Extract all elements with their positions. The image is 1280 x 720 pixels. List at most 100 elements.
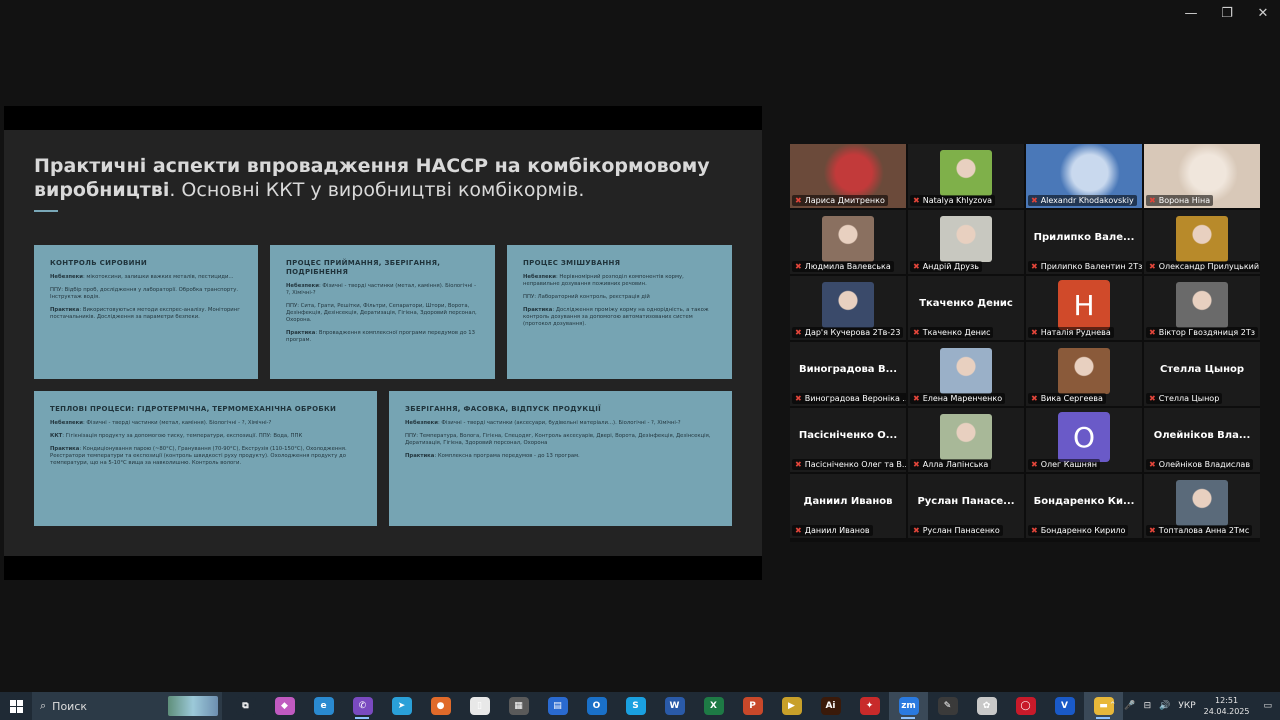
slide-box: ПРОЦЕС ПРИЙМАННЯ, ЗБЕРІГАННЯ, ПОДРІБНЕНН… bbox=[270, 245, 495, 379]
taskbar-outlook-button[interactable]: O bbox=[577, 692, 616, 720]
mic-muted-icon: ✖ bbox=[1031, 327, 1038, 337]
taskbar-media-player-button[interactable]: ▶ bbox=[772, 692, 811, 720]
restore-icon[interactable]: ❐ bbox=[1220, 6, 1234, 21]
slide-box-label: Практика bbox=[50, 307, 80, 313]
taskbar-powerpoint-button[interactable]: P bbox=[733, 692, 772, 720]
minimize-icon[interactable]: — bbox=[1184, 6, 1198, 21]
volume-icon[interactable]: 🔊 bbox=[1159, 701, 1170, 711]
participant-tile[interactable]: ✖ Алла Лапінська bbox=[908, 408, 1024, 472]
participant-tile[interactable]: ✖ Дар'я Кучерова 2Тв-23 bbox=[790, 276, 906, 340]
mic-muted-icon: ✖ bbox=[795, 195, 802, 205]
participant-name: Прилипко Валентин 2Тз bbox=[1040, 262, 1142, 271]
slide-box-label: Небезпеки bbox=[50, 274, 83, 280]
taskbar-writer-button[interactable]: ✎ bbox=[928, 692, 967, 720]
taskbar-copilot-button[interactable]: ◆ bbox=[265, 692, 304, 720]
participant-tile[interactable]: ✖ Natalya Khlyzova bbox=[908, 144, 1024, 208]
taskbar-opera-button[interactable]: ◯ bbox=[1006, 692, 1045, 720]
participants-gallery: ✖ Лариса Дмитренко ✖ Natalya Khlyzova ✖ Alexa… bbox=[790, 144, 1260, 542]
participant-label: ✖ Бондаренко Кирило bbox=[1028, 525, 1129, 536]
taskbar-firefox-button[interactable]: ● bbox=[421, 692, 460, 720]
excel-icon: X bbox=[703, 697, 724, 715]
taskbar-calendar-button[interactable]: ▤ bbox=[538, 692, 577, 720]
participant-tile[interactable]: ✖ Андрій Друзь bbox=[908, 210, 1024, 274]
participant-tile[interactable]: ✖ Alexandr Khodakovskiy bbox=[1026, 144, 1142, 208]
participant-tile[interactable]: ✖ Елена Маренченко bbox=[908, 342, 1024, 406]
participant-tile[interactable]: ✖ Віктор Гвоздяниця 2Тз bbox=[1144, 276, 1260, 340]
close-icon[interactable]: ✕ bbox=[1256, 6, 1270, 21]
slide-box-label: Небезпеки bbox=[523, 274, 556, 280]
participant-name: Вика Сергеева bbox=[1040, 394, 1103, 403]
language-indicator[interactable]: УКР bbox=[1178, 701, 1195, 711]
taskbar-telegram-button[interactable]: ➤ bbox=[382, 692, 421, 720]
taskbar-task-view-button[interactable]: ⧉ bbox=[226, 692, 265, 720]
participant-name: Андрій Друзь bbox=[922, 262, 980, 271]
taskbar-skype-button[interactable]: S bbox=[616, 692, 655, 720]
taskbar-search[interactable]: ⌕ Поиск bbox=[32, 692, 222, 720]
participant-avatar bbox=[940, 150, 992, 196]
participant-tile[interactable]: ✖ Вика Сергеева bbox=[1026, 342, 1142, 406]
participant-tile[interactable]: Пасісніченко О... ✖ Пасісніченко Олег та В… bbox=[790, 408, 906, 472]
slide-box-line: : Використовуються методи експрес-аналіз… bbox=[50, 307, 240, 320]
mic-muted-icon: ✖ bbox=[795, 525, 802, 535]
participant-tile[interactable]: ✖ Олександр Прилуцький bbox=[1144, 210, 1260, 274]
task-view-icon: ⧉ bbox=[235, 697, 256, 715]
start-button[interactable] bbox=[0, 692, 32, 720]
slide-box-text: Практика: Комплексна програма передумов … bbox=[405, 453, 716, 460]
taskbar-excel-button[interactable]: X bbox=[694, 692, 733, 720]
slide-box-heading: КОНТРОЛЬ СИРОВИНИ bbox=[50, 259, 148, 267]
participant-label: ✖ Наталія Руднева bbox=[1028, 327, 1114, 338]
participant-name-display: Пасісніченко О... bbox=[798, 430, 898, 441]
taskbar-calculator-button[interactable]: ▦ bbox=[499, 692, 538, 720]
participant-tile[interactable]: ✖ Ворона Ніна bbox=[1144, 144, 1260, 208]
participant-tile[interactable]: O ✖ Олег Кашнян bbox=[1026, 408, 1142, 472]
media-player-icon: ▶ bbox=[781, 697, 802, 715]
taskbar-edge-button[interactable]: e bbox=[304, 692, 343, 720]
calendar-icon: ▤ bbox=[547, 697, 568, 715]
slide-box: КОНТРОЛЬ СИРОВИНИ Небезпеки: мікотоксини,… bbox=[34, 245, 258, 379]
slide-box-line: ППУ: Сита, Грати, Решітки, Фільтри, Сепа… bbox=[286, 303, 477, 323]
participant-label: ✖ Лариса Дмитренко bbox=[792, 195, 888, 206]
network-icon[interactable]: ⊟ bbox=[1144, 701, 1152, 711]
participant-tile[interactable]: H ✖ Наталія Руднева bbox=[1026, 276, 1142, 340]
participant-tile[interactable]: ✖ Лариса Дмитренко bbox=[790, 144, 906, 208]
participant-name-display: Виноградова В... bbox=[798, 364, 898, 375]
participant-label: ✖ Natalya Khlyzova bbox=[910, 195, 996, 206]
participant-tile[interactable]: Стелла Цынор ✖ Стелла Цынор bbox=[1144, 342, 1260, 406]
participant-tile[interactable]: Олейніков Вла... ✖ Олейніков Владислав bbox=[1144, 408, 1260, 472]
participant-tile[interactable]: ✖ Топталова Анна 2Тмс bbox=[1144, 474, 1260, 538]
slide-title: Практичні аспекти впровадження НАССР на … bbox=[34, 154, 734, 202]
notification-icon[interactable]: ▭ bbox=[1263, 701, 1272, 711]
slide-box-text: Небезпеки: Нерівномірний розподіл компон… bbox=[523, 274, 716, 288]
taskbar-zoom-button[interactable]: zm bbox=[889, 692, 928, 720]
taskbar-viber-button[interactable]: ✆ bbox=[343, 692, 382, 720]
slide-box-label: Практика bbox=[50, 446, 80, 452]
taskbar-paint-button[interactable]: ✿ bbox=[967, 692, 1006, 720]
firefox-icon: ● bbox=[430, 697, 451, 715]
participant-tile[interactable]: Даниил Иванов ✖ Даниил Иванов bbox=[790, 474, 906, 538]
participant-initial-avatar: H bbox=[1058, 280, 1110, 330]
participant-tile[interactable]: Бондаренко Ки... ✖ Бондаренко Кирило bbox=[1026, 474, 1142, 538]
participant-label: ✖ Алла Лапінська bbox=[910, 459, 992, 470]
calculator-icon: ▦ bbox=[508, 697, 529, 715]
participant-tile[interactable]: Прилипко Вале... ✖ Прилипко Валентин 2Тз bbox=[1026, 210, 1142, 274]
participant-tile[interactable]: Руслан Панасе... ✖ Руслан Панасенко bbox=[908, 474, 1024, 538]
participant-name: Людмила Валевська bbox=[804, 262, 891, 271]
participant-tile[interactable]: Ткаченко Денис ✖ Ткаченко Денис bbox=[908, 276, 1024, 340]
taskbar-app-v-button[interactable]: V bbox=[1045, 692, 1084, 720]
slide-box-heading: ПРОЦЕС ЗМІШУВАННЯ bbox=[523, 259, 621, 267]
slide-box-label: Небезпеки bbox=[405, 420, 438, 426]
clock[interactable]: 12:51 24.04.2025 bbox=[1204, 695, 1250, 717]
participant-tile[interactable]: Виноградова В... ✖ Виноградова Вероніка ..… bbox=[790, 342, 906, 406]
participant-name-display: Руслан Панасе... bbox=[917, 496, 1015, 507]
mic-icon[interactable]: 🎤 bbox=[1124, 701, 1135, 711]
taskbar-word-button[interactable]: W bbox=[655, 692, 694, 720]
participant-tile[interactable]: ✖ Людмила Валевська bbox=[790, 210, 906, 274]
taskbar-map-button[interactable]: ✦ bbox=[850, 692, 889, 720]
participant-avatar bbox=[1176, 480, 1228, 526]
viber-icon: ✆ bbox=[352, 697, 373, 715]
taskbar-file-button[interactable]: ▯ bbox=[460, 692, 499, 720]
skype-icon: S bbox=[625, 697, 646, 715]
tray-chevron-icon[interactable]: ⌃ bbox=[1109, 701, 1117, 711]
taskbar-illustrator-button[interactable]: Ai bbox=[811, 692, 850, 720]
participant-name: Стелла Цынор bbox=[1158, 394, 1220, 403]
